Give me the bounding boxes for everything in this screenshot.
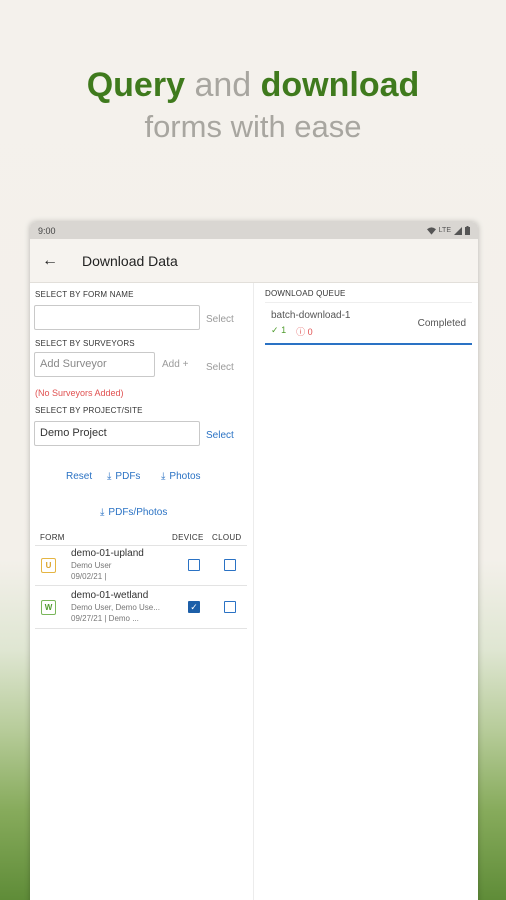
form-name: demo-01-upland: [71, 548, 144, 559]
cloud-checkbox[interactable]: [224, 601, 236, 613]
add-label: Add: [162, 359, 180, 370]
table-row-divider: [35, 628, 247, 629]
success-count-value: 1: [281, 325, 287, 335]
device-checkbox-checked[interactable]: ✓: [188, 601, 200, 613]
table-row-divider: [35, 585, 247, 586]
column-header-cloud: CLOUD: [212, 533, 242, 542]
error-count-value: 0: [307, 327, 313, 337]
battery-icon: [465, 226, 470, 235]
queue-progress-bar: [265, 343, 472, 345]
download-pdfs-photos-button[interactable]: ⤓ PDFs/Photos: [100, 507, 167, 518]
wifi-icon: [426, 226, 436, 235]
pdfs-photos-label: PDFs/Photos: [108, 507, 168, 518]
hero-word-and: and: [194, 66, 252, 104]
hero-line-1: Query and download: [0, 66, 506, 104]
queue-label: DOWNLOAD QUEUE: [265, 289, 346, 298]
surveyor-input[interactable]: Add Surveyor: [34, 352, 155, 377]
success-check-icon: ✓: [271, 325, 279, 335]
panel-divider: [253, 283, 254, 900]
error-count: ⓘ 0: [296, 325, 313, 338]
project-input[interactable]: Demo Project: [34, 421, 200, 446]
form-type-badge: U: [41, 558, 56, 573]
download-pdfs-button[interactable]: ⤓ PDFs: [107, 471, 140, 482]
form-name: demo-01-wetland: [71, 590, 149, 601]
no-surveyors-message: (No Surveyors Added): [35, 388, 124, 398]
success-count: ✓ 1: [271, 325, 286, 338]
add-surveyor-button[interactable]: Add +: [162, 359, 188, 370]
form-type-badge: W: [41, 600, 56, 615]
device-checkbox[interactable]: [188, 559, 200, 571]
error-alert-icon: ⓘ: [296, 327, 306, 337]
pdfs-label: PDFs: [115, 471, 141, 482]
hero-headline: Query and download forms with ease: [0, 66, 506, 150]
project-select-button[interactable]: Select: [206, 430, 234, 441]
photos-label: Photos: [169, 471, 201, 482]
download-photos-button[interactable]: ⤓ Photos: [161, 471, 201, 482]
form-date: 09/27/21 | Demo ...: [71, 614, 139, 623]
filter-panel: SELECT BY FORM NAME Select SELECT BY SUR…: [30, 283, 253, 900]
column-header-device: DEVICE: [172, 533, 204, 542]
signal-icon: [454, 226, 462, 235]
page-title: Download Data: [82, 252, 178, 269]
form-user: Demo User: [71, 561, 112, 570]
status-bar: 9:00 LTE: [30, 222, 478, 239]
app-bar: ← Download Data: [30, 239, 478, 283]
form-name-input[interactable]: [34, 305, 200, 330]
project-label: SELECT BY PROJECT/SITE: [35, 406, 143, 415]
queue-item-status: Completed: [417, 318, 466, 329]
form-name-label: SELECT BY FORM NAME: [35, 290, 134, 299]
queue-item-counts: ✓ 1 ⓘ 0: [271, 325, 313, 338]
hero-word-download: download: [260, 66, 420, 104]
reset-button[interactable]: Reset: [66, 471, 92, 482]
status-icons: LTE: [426, 226, 470, 235]
surveyor-select-button[interactable]: Select: [206, 362, 234, 373]
device-screen: 9:00 LTE ← Download Data SELECT BY FORM …: [30, 222, 478, 900]
network-type: LTE: [438, 227, 451, 234]
queue-item-name: batch-download-1: [271, 310, 351, 321]
hero-line-2: forms with ease: [144, 109, 362, 144]
form-user: Demo User, Demo Use...: [71, 603, 160, 612]
form-select-button[interactable]: Select: [206, 314, 234, 325]
download-icon: ⤓: [107, 471, 112, 482]
content-area: SELECT BY FORM NAME Select SELECT BY SUR…: [30, 283, 478, 900]
table-divider: [35, 545, 247, 546]
download-icon: ⤓: [100, 507, 105, 518]
reset-label: Reset: [66, 471, 93, 482]
hero-word-query: Query: [86, 66, 185, 104]
form-date: 09/02/21 |: [71, 572, 107, 581]
surveyors-label: SELECT BY SURVEYORS: [35, 339, 135, 348]
queue-item[interactable]: batch-download-1 ✓ 1 ⓘ 0 Completed: [265, 302, 472, 345]
cloud-checkbox[interactable]: [224, 559, 236, 571]
status-time: 9:00: [38, 225, 56, 236]
column-header-form: FORM: [40, 533, 65, 542]
back-arrow-icon[interactable]: ←: [42, 252, 70, 270]
download-icon: ⤓: [161, 471, 166, 482]
plus-icon: +: [182, 359, 189, 370]
